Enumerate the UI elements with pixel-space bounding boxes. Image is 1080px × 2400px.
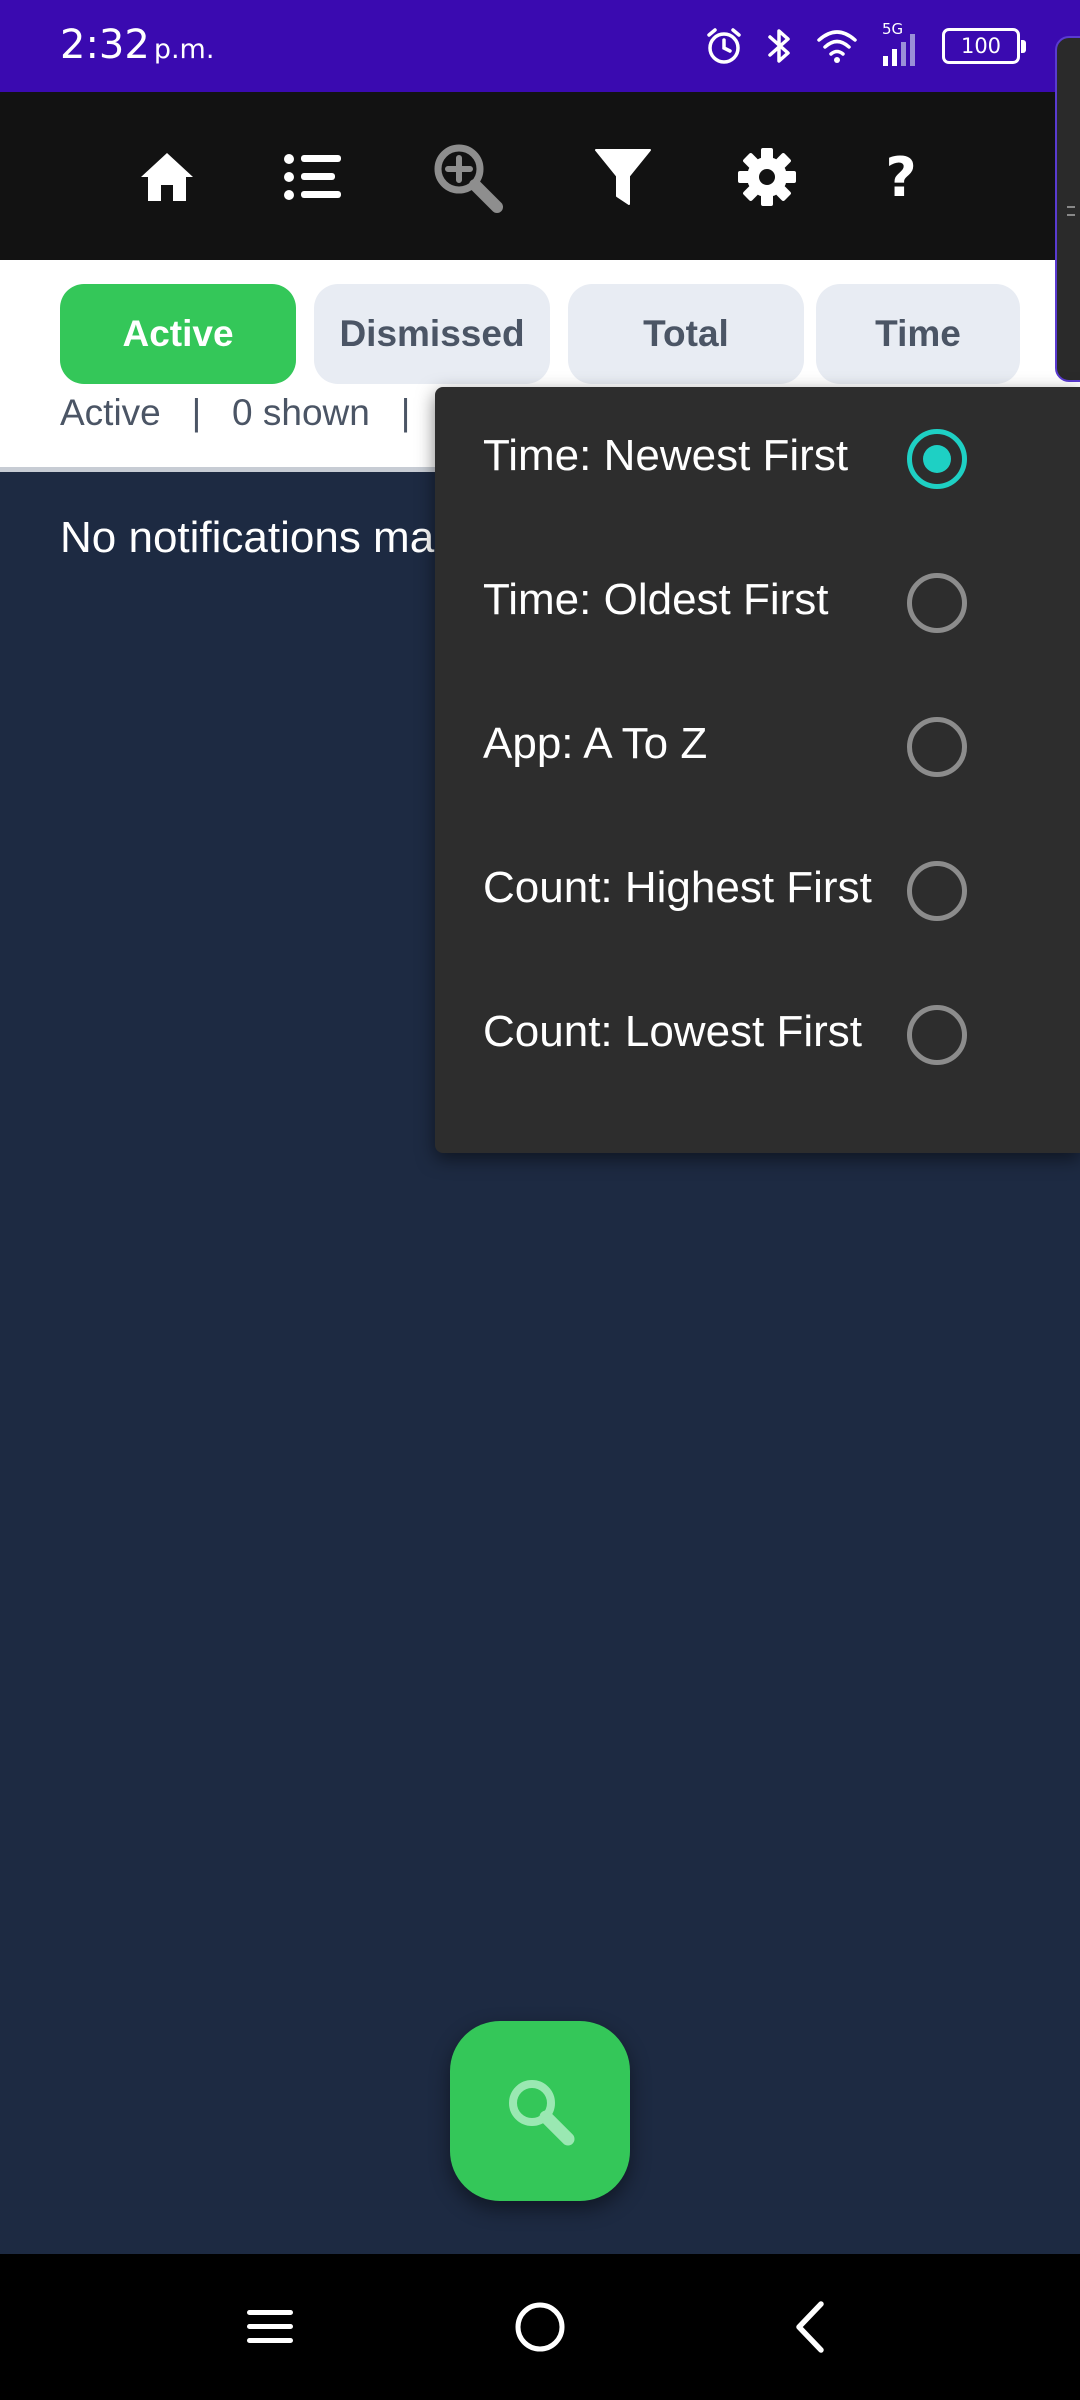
system-nav-bar (0, 2254, 1080, 2400)
status-clock: 2:32 p.m. (60, 22, 214, 68)
status-time: 2:32 (60, 22, 150, 68)
bluetooth-icon (766, 25, 794, 67)
sort-option-count-highest[interactable]: Count: Highest First (435, 819, 1080, 963)
sort-option-newest[interactable]: Time: Newest First (435, 387, 1080, 531)
sort-menu: Time: Newest First Time: Oldest First Ap… (435, 387, 1080, 1153)
sort-option-oldest[interactable]: Time: Oldest First (435, 531, 1080, 675)
summary-line: Active | 0 shown | (60, 392, 411, 433)
gear-icon (738, 148, 796, 206)
search-fab-button[interactable] (450, 2021, 630, 2201)
radio-unchecked-icon[interactable] (907, 1005, 967, 1065)
top-toolbar: ? (0, 92, 1080, 260)
sort-option-label: Time: Oldest First (483, 575, 829, 624)
back-icon (796, 2301, 824, 2353)
help-icon: ? (885, 145, 917, 209)
home-circle-icon (515, 2302, 565, 2352)
recents-icon (247, 2310, 293, 2343)
radio-checked-icon[interactable] (907, 429, 967, 489)
signal-icon: 5G (880, 20, 920, 68)
sort-option-app-a-to-z[interactable]: App: A To Z (435, 675, 1080, 819)
search-icon (509, 2080, 575, 2146)
tab-active[interactable]: Active (60, 284, 296, 384)
alarm-icon (704, 26, 744, 66)
list-button[interactable] (268, 132, 358, 222)
home-button[interactable] (122, 132, 212, 222)
sort-option-label: App: A To Z (483, 719, 708, 768)
radio-unchecked-icon[interactable] (907, 573, 967, 633)
zoom-in-icon (434, 144, 503, 213)
tab-dismissed[interactable]: Dismissed (314, 284, 550, 384)
empty-message: No notifications ma (60, 513, 435, 562)
status-icons: 5G 100 (704, 20, 1026, 72)
wifi-icon (816, 28, 858, 64)
back-button[interactable] (760, 2277, 860, 2377)
status-bar: 2:32 p.m. 5G 100 (0, 0, 1080, 92)
radio-unchecked-icon[interactable] (907, 861, 967, 921)
battery-level: 100 (960, 34, 1002, 58)
filter-button[interactable] (578, 132, 668, 222)
status-ampm: p.m. (153, 34, 215, 65)
home-icon (141, 153, 193, 201)
sort-option-count-lowest[interactable]: Count: Lowest First (435, 963, 1080, 1107)
zoom-button[interactable] (422, 132, 512, 222)
help-button[interactable]: ? (856, 132, 946, 222)
settings-button[interactable] (722, 132, 812, 222)
list-icon (284, 154, 341, 200)
radio-unchecked-icon[interactable] (907, 717, 967, 777)
tab-time[interactable]: Time (816, 284, 1020, 384)
recents-button[interactable] (220, 2277, 320, 2377)
home-nav-button[interactable] (490, 2277, 590, 2377)
grip-icon (1067, 206, 1075, 216)
sort-option-label: Count: Highest First (483, 863, 872, 912)
filter-icon (595, 149, 651, 205)
edge-panel-handle[interactable] (1055, 36, 1080, 382)
sort-option-label: Count: Lowest First (483, 1007, 863, 1056)
battery-icon: 100 (942, 28, 1026, 64)
tab-total[interactable]: Total (568, 284, 804, 384)
sort-option-label: Time: Newest First (483, 431, 849, 480)
